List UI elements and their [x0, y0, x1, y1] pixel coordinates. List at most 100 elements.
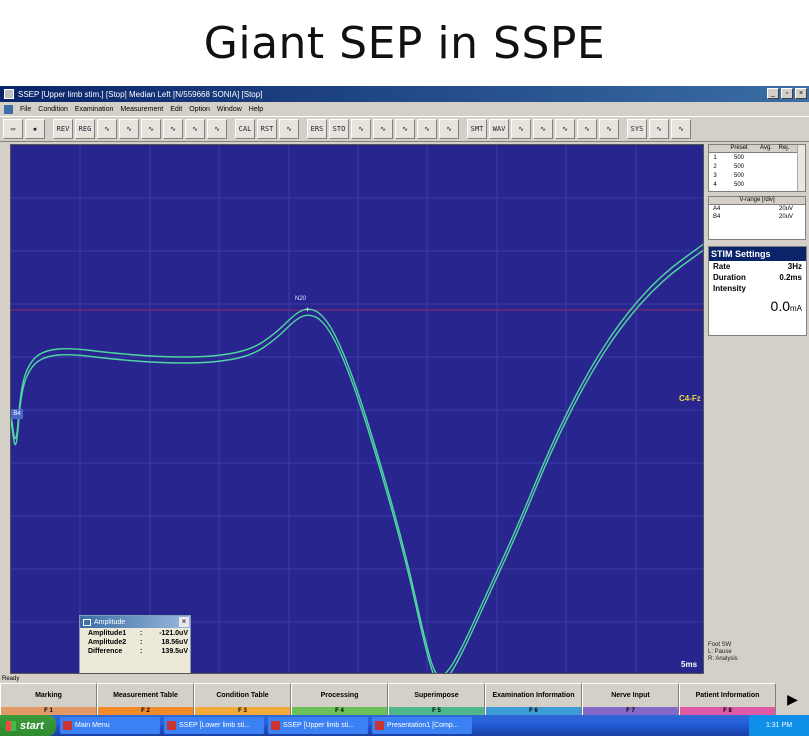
- toolbar-button-wave5-icon[interactable]: ∿: [439, 119, 459, 139]
- stim-key: Intensity: [713, 284, 746, 293]
- maximize-button[interactable]: ▫: [781, 88, 793, 99]
- table-cell: 500: [733, 181, 744, 188]
- fkey-7-button[interactable]: Nerve Input F 7: [582, 683, 679, 715]
- toolbar-button-wave4-icon[interactable]: ∿: [417, 119, 437, 139]
- fkey-5-button[interactable]: Superimpose F 5: [388, 683, 485, 715]
- menu-bar: File Condition Examination Measurement E…: [0, 102, 809, 116]
- amplitude-row: Difference : 139.5uV: [80, 648, 190, 655]
- menu-option[interactable]: Option: [189, 106, 210, 113]
- preset-table[interactable]: Preset Avg. Rej. 1 500 2 500 3 500 4 500: [708, 144, 806, 192]
- fkey-2-button[interactable]: Measurement Table F 2: [97, 683, 194, 715]
- taskbar-item-ssep-lower[interactable]: SSEP [Lower limb sti...: [164, 717, 264, 734]
- waveform-plot[interactable]: + B4 N20 C4-Fz 5ms Amplitude × Amplitude…: [10, 144, 704, 674]
- toolbar-button-tool29-icon[interactable]: ∿: [649, 119, 669, 139]
- toolbar-button-tool9-icon[interactable]: ∿: [185, 119, 205, 139]
- menu-measurement[interactable]: Measurement: [120, 106, 163, 113]
- preset-scrollbar[interactable]: [797, 145, 805, 191]
- toolbar-button-wave1-icon[interactable]: ∿: [351, 119, 371, 139]
- toolbar-button-reset-icon[interactable]: RST: [257, 119, 277, 139]
- fkey-3-button[interactable]: Condition Table F 3: [194, 683, 291, 715]
- toolbar-button-tool13-icon[interactable]: ∿: [279, 119, 299, 139]
- toolbar-button-smooth-icon[interactable]: SMT: [467, 119, 487, 139]
- fkey-6-button[interactable]: Examination Information F 6: [485, 683, 582, 715]
- toolbar-button-grid2-icon[interactable]: ∿: [577, 119, 597, 139]
- toolbar-button-grid1-icon[interactable]: ∿: [555, 119, 575, 139]
- amplitude-dialog[interactable]: Amplitude × Amplitude1 : -121.0uV Amplit…: [79, 615, 191, 673]
- toolbar-button-rev-icon[interactable]: REV: [53, 119, 73, 139]
- intensity-value: 0.0: [770, 298, 790, 314]
- system-tray: 1:31 PM: [749, 715, 809, 736]
- app-icon: [271, 721, 280, 730]
- channel-marker[interactable]: B4: [11, 409, 23, 419]
- toolbar-button-wave-icon[interactable]: WAV: [489, 119, 509, 139]
- amplitude-key: Amplitude2: [88, 639, 127, 646]
- table-row[interactable]: 4 500: [709, 180, 805, 189]
- toolbar-button-store-icon[interactable]: STO: [329, 119, 349, 139]
- toolbar-button-tool6-icon[interactable]: ∿: [119, 119, 139, 139]
- toolbar-button-tool8-icon[interactable]: ∿: [163, 119, 183, 139]
- table-row[interactable]: 2 500: [709, 162, 805, 171]
- stim-row: Intensity: [709, 283, 806, 294]
- stim-key: Duration: [713, 273, 746, 282]
- right-panel: Preset Avg. Rej. 1 500 2 500 3 500 4 500…: [706, 142, 809, 676]
- table-cell: 4: [713, 181, 717, 188]
- toolbar-button-system-icon[interactable]: SYS: [627, 119, 647, 139]
- foot-switch-right: R: Analysis: [708, 656, 738, 662]
- toolbar-button-cal-icon[interactable]: CAL: [235, 119, 255, 139]
- amplitude-dialog-header[interactable]: Amplitude: [80, 616, 190, 628]
- minimize-button[interactable]: _: [767, 88, 779, 99]
- toolbar-button-tool10-icon[interactable]: ∿: [207, 119, 227, 139]
- v-range-title: V-range [/div]: [709, 197, 805, 205]
- task-label: SSEP [Lower limb sti...: [179, 722, 251, 729]
- toolbar: ▭ ▪ REV REG ∿ ∿ ∿ ∿ ∿ ∿ CAL RST ∿ ERS STO ∿ ∿ ∿ ∿ ∿ SMT WAV ∿ ∿…: [0, 116, 809, 142]
- taskbar-item-ssep-upper[interactable]: SSEP [Upper limb sti...: [268, 717, 368, 734]
- next-page-arrow-icon[interactable]: ▶: [776, 683, 809, 715]
- slide-title: Giant SEP in SSPE: [203, 17, 606, 69]
- toolbar-button-tool30-icon[interactable]: ∿: [671, 119, 691, 139]
- amplitude-close-icon[interactable]: ×: [179, 617, 189, 627]
- menu-condition[interactable]: Condition: [38, 106, 68, 113]
- stim-key: Rate: [713, 262, 731, 271]
- amplitude-sep: :: [140, 639, 143, 646]
- toolbar-button-erase-icon[interactable]: ERS: [307, 119, 327, 139]
- menu-window[interactable]: Window: [217, 106, 242, 113]
- toolbar-button-save-icon[interactable]: ▪: [25, 119, 45, 139]
- fkey-number: F 3: [195, 707, 290, 715]
- toolbar-button-tool7-icon[interactable]: ∿: [141, 119, 161, 139]
- menu-examination[interactable]: Examination: [75, 106, 114, 113]
- fkey-label: Nerve Input: [611, 691, 650, 699]
- table-cell: 1: [713, 154, 717, 161]
- amplitude-sep: :: [140, 648, 143, 655]
- toolbar-button-grid3-icon[interactable]: ∿: [599, 119, 619, 139]
- close-button[interactable]: ×: [795, 88, 807, 99]
- taskbar-item-main-menu[interactable]: Main Menu: [60, 717, 160, 734]
- toolbar-button-tool5-icon[interactable]: ∿: [97, 119, 117, 139]
- taskbar-item-presentation[interactable]: Presentation1 [Comp...: [372, 717, 472, 734]
- amplitude-value: 139.5uV: [161, 648, 188, 655]
- n20-peak-marker[interactable]: +: [305, 305, 310, 314]
- stim-settings-panel[interactable]: STIM Settings Rate 3Hz Duration 0.2ms In…: [708, 246, 807, 336]
- toolbar-button-wave3-icon[interactable]: ∿: [395, 119, 415, 139]
- menu-edit[interactable]: Edit: [170, 106, 182, 113]
- toolbar-button-view2-icon[interactable]: ∿: [533, 119, 553, 139]
- toolbar-button-wave2-icon[interactable]: ∿: [373, 119, 393, 139]
- fkey-4-button[interactable]: Processing F 4: [291, 683, 388, 715]
- v-range-panel[interactable]: V-range [/div] A4 20uV B4 20uV: [708, 196, 806, 240]
- amplitude-sep: :: [140, 630, 143, 637]
- menu-file[interactable]: File: [20, 106, 31, 113]
- start-button[interactable]: start: [0, 715, 56, 736]
- amplitude-dialog-title: Amplitude: [94, 618, 126, 626]
- toolbar-button-open-icon[interactable]: ▭: [3, 119, 23, 139]
- table-cell: 500: [733, 163, 744, 170]
- fkey-8-button[interactable]: Patient Information F 8: [679, 683, 776, 715]
- toolbar-button-view1-icon[interactable]: ∿: [511, 119, 531, 139]
- list-item[interactable]: B4 20uV: [709, 213, 805, 221]
- fkey-1-button[interactable]: Marking F 1: [0, 683, 97, 715]
- intensity-readout: 0.0mA: [709, 298, 806, 314]
- v-range-value: 20uV: [778, 206, 793, 212]
- table-row[interactable]: 1 500: [709, 153, 805, 162]
- table-row[interactable]: 3 500: [709, 171, 805, 180]
- list-item[interactable]: A4 20uV: [709, 205, 805, 213]
- menu-help[interactable]: Help: [249, 106, 263, 113]
- toolbar-button-reg-icon[interactable]: REG: [75, 119, 95, 139]
